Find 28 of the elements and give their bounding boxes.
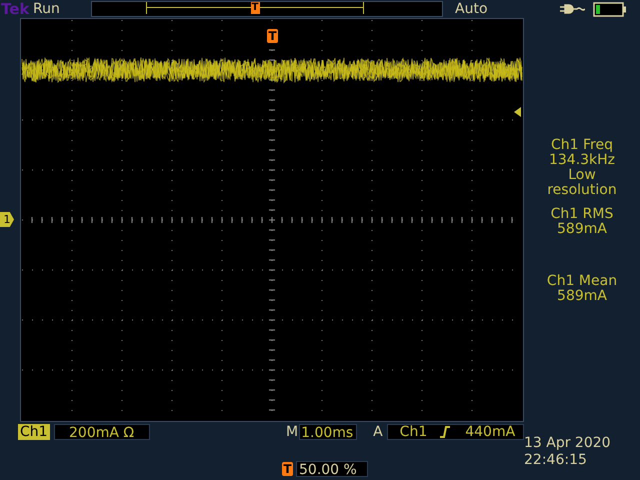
brand-logo: Tek xyxy=(1,0,30,18)
measurement-note: Low resolution xyxy=(546,168,618,198)
measurement-label: Ch1 Freq xyxy=(551,138,613,153)
trigger-level-marker-icon xyxy=(514,107,521,117)
date: 13 Apr 2020 xyxy=(524,435,611,452)
measurement-value: 589mA xyxy=(557,289,607,304)
timebase: 1.00ms xyxy=(299,424,358,440)
trigger-level: 440mA xyxy=(465,424,516,440)
time-prefix: M xyxy=(286,424,298,440)
trigger-position-icon: T xyxy=(282,462,293,476)
trigger-position: 50.00 % xyxy=(296,461,368,477)
trigger-mode: Auto xyxy=(455,1,489,17)
measurement-label: Ch1 Mean xyxy=(546,274,618,289)
rising-edge-icon xyxy=(439,425,452,439)
measurement-label: Ch1 RMS xyxy=(550,207,614,222)
time: 22:46:15 xyxy=(524,452,588,469)
channel-marker: 1 xyxy=(0,212,14,227)
trigger-source: Ch1 xyxy=(400,424,428,440)
measurement-value: 589mA xyxy=(557,222,607,237)
battery-icon xyxy=(593,2,627,16)
run-status: Run xyxy=(33,1,61,17)
measurement-value: 134.3kHz xyxy=(548,153,616,168)
trigger-prefix: A xyxy=(373,424,383,440)
trigger-marker: T xyxy=(250,2,260,14)
trigger-position-marker: T xyxy=(267,29,278,43)
channel-label: Ch1 xyxy=(18,424,50,440)
vertical-scale: 200mA Ω xyxy=(54,424,150,440)
power-plug-icon xyxy=(559,3,585,15)
